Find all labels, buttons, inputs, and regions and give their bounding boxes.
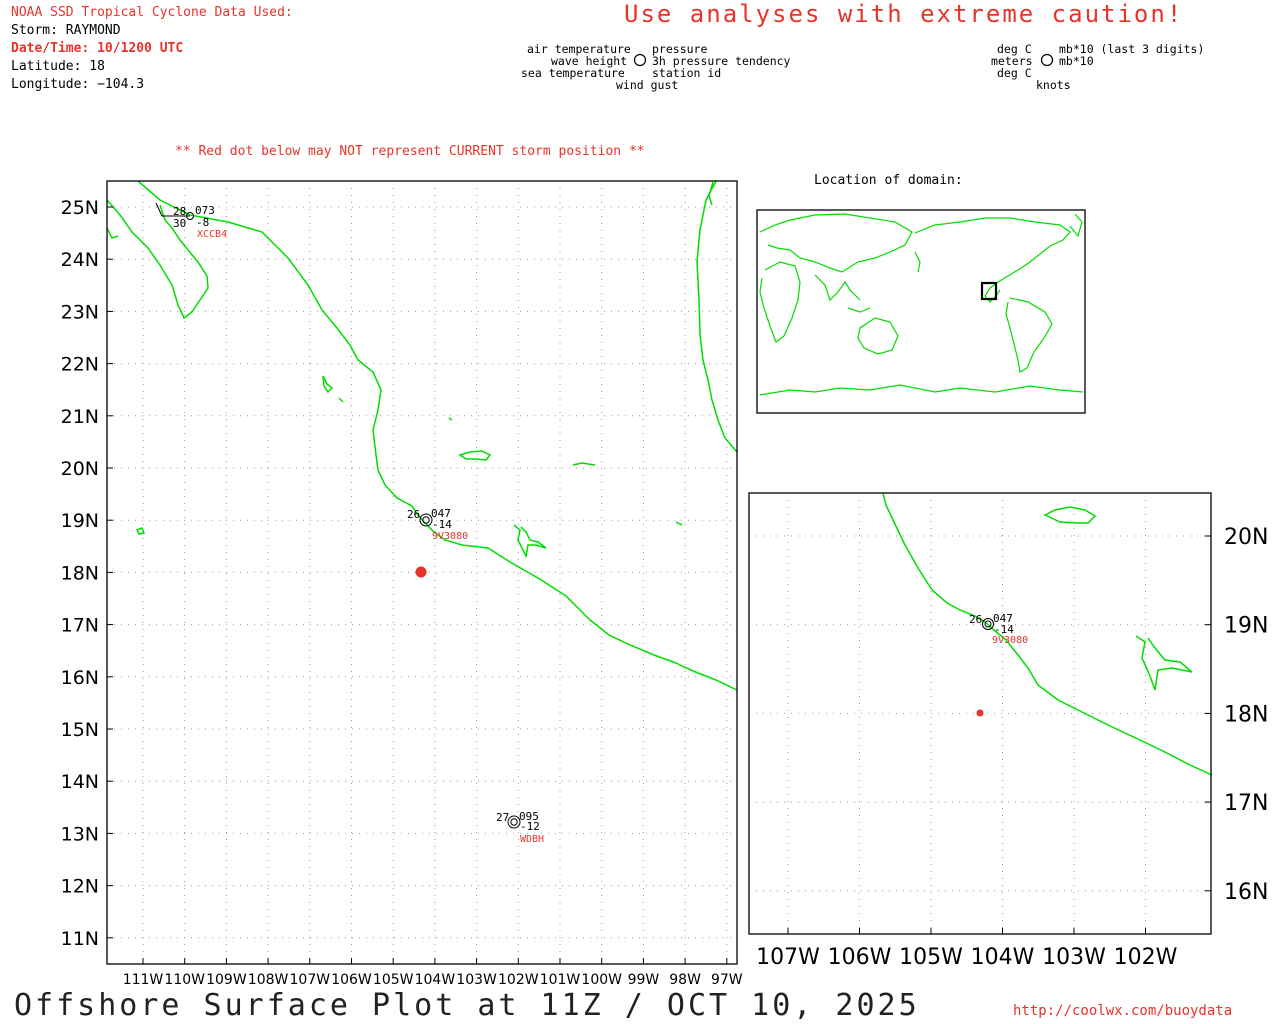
baja-west-coast	[106, 227, 119, 239]
main-lat-label: 16N	[61, 667, 99, 689]
zoom-lon-label: 102W	[1114, 945, 1178, 970]
wdbh-id: WDBH	[520, 834, 544, 845]
socorro-island	[135, 527, 146, 535]
xccb4-tendency: -8	[196, 216, 209, 229]
9v3080-tendency: -14	[432, 518, 452, 531]
main-lon-label: 98W	[669, 972, 701, 988]
lake-small-1	[572, 462, 596, 466]
station-circle-icon	[510, 818, 518, 826]
main-lat-label: 18N	[61, 562, 99, 584]
main-coastline	[106, 180, 738, 691]
station-circle-icon	[422, 516, 430, 524]
zoom-lat-label: 18N	[1224, 702, 1268, 727]
zoom-mexico-coast	[882, 492, 1213, 776]
main-lon-label: 99W	[628, 972, 660, 988]
main-lat-label: 25N	[61, 197, 99, 219]
world-inset-frame	[756, 209, 1086, 414]
zoom-storm-position-dot	[976, 709, 984, 717]
mexico-pacific-coast	[137, 180, 738, 691]
zoom-9v3080-air: 26	[969, 613, 982, 626]
main-lat-label: 12N	[61, 876, 99, 898]
zoom-lat-label: 16N	[1224, 880, 1268, 905]
main-lon-label: 103W	[456, 972, 497, 988]
tres-marias-islands	[322, 375, 334, 394]
main-lat-label: 20N	[61, 458, 99, 480]
main-lon-label: 101W	[540, 972, 581, 988]
main-lon-label: 109W	[206, 972, 247, 988]
units-station-circle-icon	[1040, 53, 1054, 67]
main-lon-label: 110W	[164, 972, 205, 988]
wdbh-air: 27	[496, 811, 509, 824]
zoom-lon-label: 107W	[756, 945, 820, 970]
main-lon-label: 108W	[248, 972, 289, 988]
zoom-lon-label: 106W	[828, 945, 892, 970]
main-lat-label: 13N	[61, 823, 99, 845]
main-lon-label: 104W	[415, 972, 456, 988]
main-lat-label: 14N	[61, 771, 99, 793]
main-lon-label: 106W	[331, 972, 372, 988]
main-lat-label: 24N	[61, 249, 99, 271]
wdbh-tendency: -12	[520, 820, 540, 833]
main-lat-label: 11N	[61, 928, 99, 950]
main-lon-label: 100W	[581, 972, 622, 988]
lake-small-2	[675, 521, 683, 526]
zoom-9v3080-id: 9V3080	[992, 635, 1028, 646]
main-lat-label: 23N	[61, 301, 99, 323]
xccb4-sea: 30	[173, 217, 186, 230]
main-lon-label: 97W	[711, 972, 743, 988]
main-lat-label: 21N	[61, 406, 99, 428]
9v3080-air: 26	[407, 508, 420, 521]
zoom-map-axis-labels: 107W 106W 105W 104W 103W 102W 20N 19N 18N 17N 16N	[756, 525, 1268, 970]
island-small-2	[448, 417, 453, 421]
main-lon-label: 102W	[498, 972, 539, 988]
9v3080-id: 9V3080	[432, 531, 468, 542]
zoom-lat-label: 20N	[1224, 525, 1268, 550]
main-lon-label: 107W	[290, 972, 331, 988]
plot-title: Offshore Surface Plot at 11Z / OCT 10, 2…	[14, 988, 920, 1023]
zoom-lon-label: 104W	[971, 945, 1035, 970]
zoom-lon-label: 105W	[899, 945, 963, 970]
source-url[interactable]: http://coolwx.com/buoydata	[1013, 1003, 1232, 1019]
lake-chapala	[458, 450, 492, 461]
main-map-axis-labels: 111W 110W 109W 108W 107W 106W 105W 104W 103W 102W…	[61, 197, 743, 988]
main-lat-label: 22N	[61, 354, 99, 376]
zoom-coastline	[882, 492, 1213, 776]
gulf-bay	[708, 181, 714, 206]
mexico-gulf-coast	[696, 180, 738, 453]
island-small-1	[338, 397, 344, 403]
zoom-lon-label: 103W	[1042, 945, 1106, 970]
main-lat-label: 15N	[61, 719, 99, 741]
zoom-balsas-river	[1135, 635, 1193, 691]
map-canvas: 28 073 30 -8 XCCB4 26 047 -14 9V3080 27 …	[61, 53, 1268, 988]
main-lat-label: 17N	[61, 615, 99, 637]
zoom-lake-chapala	[1043, 506, 1097, 524]
zoom-lat-label: 17N	[1224, 791, 1268, 816]
storm-position-dot	[415, 566, 427, 578]
balsas-river	[513, 524, 547, 559]
main-lon-label: 105W	[373, 972, 414, 988]
legend-station-circle-icon	[633, 53, 647, 67]
xccb4-id: XCCB4	[197, 229, 227, 240]
main-lon-label: 111W	[123, 972, 164, 988]
zoom-lat-label: 19N	[1224, 614, 1268, 639]
main-lat-label: 19N	[61, 510, 99, 532]
